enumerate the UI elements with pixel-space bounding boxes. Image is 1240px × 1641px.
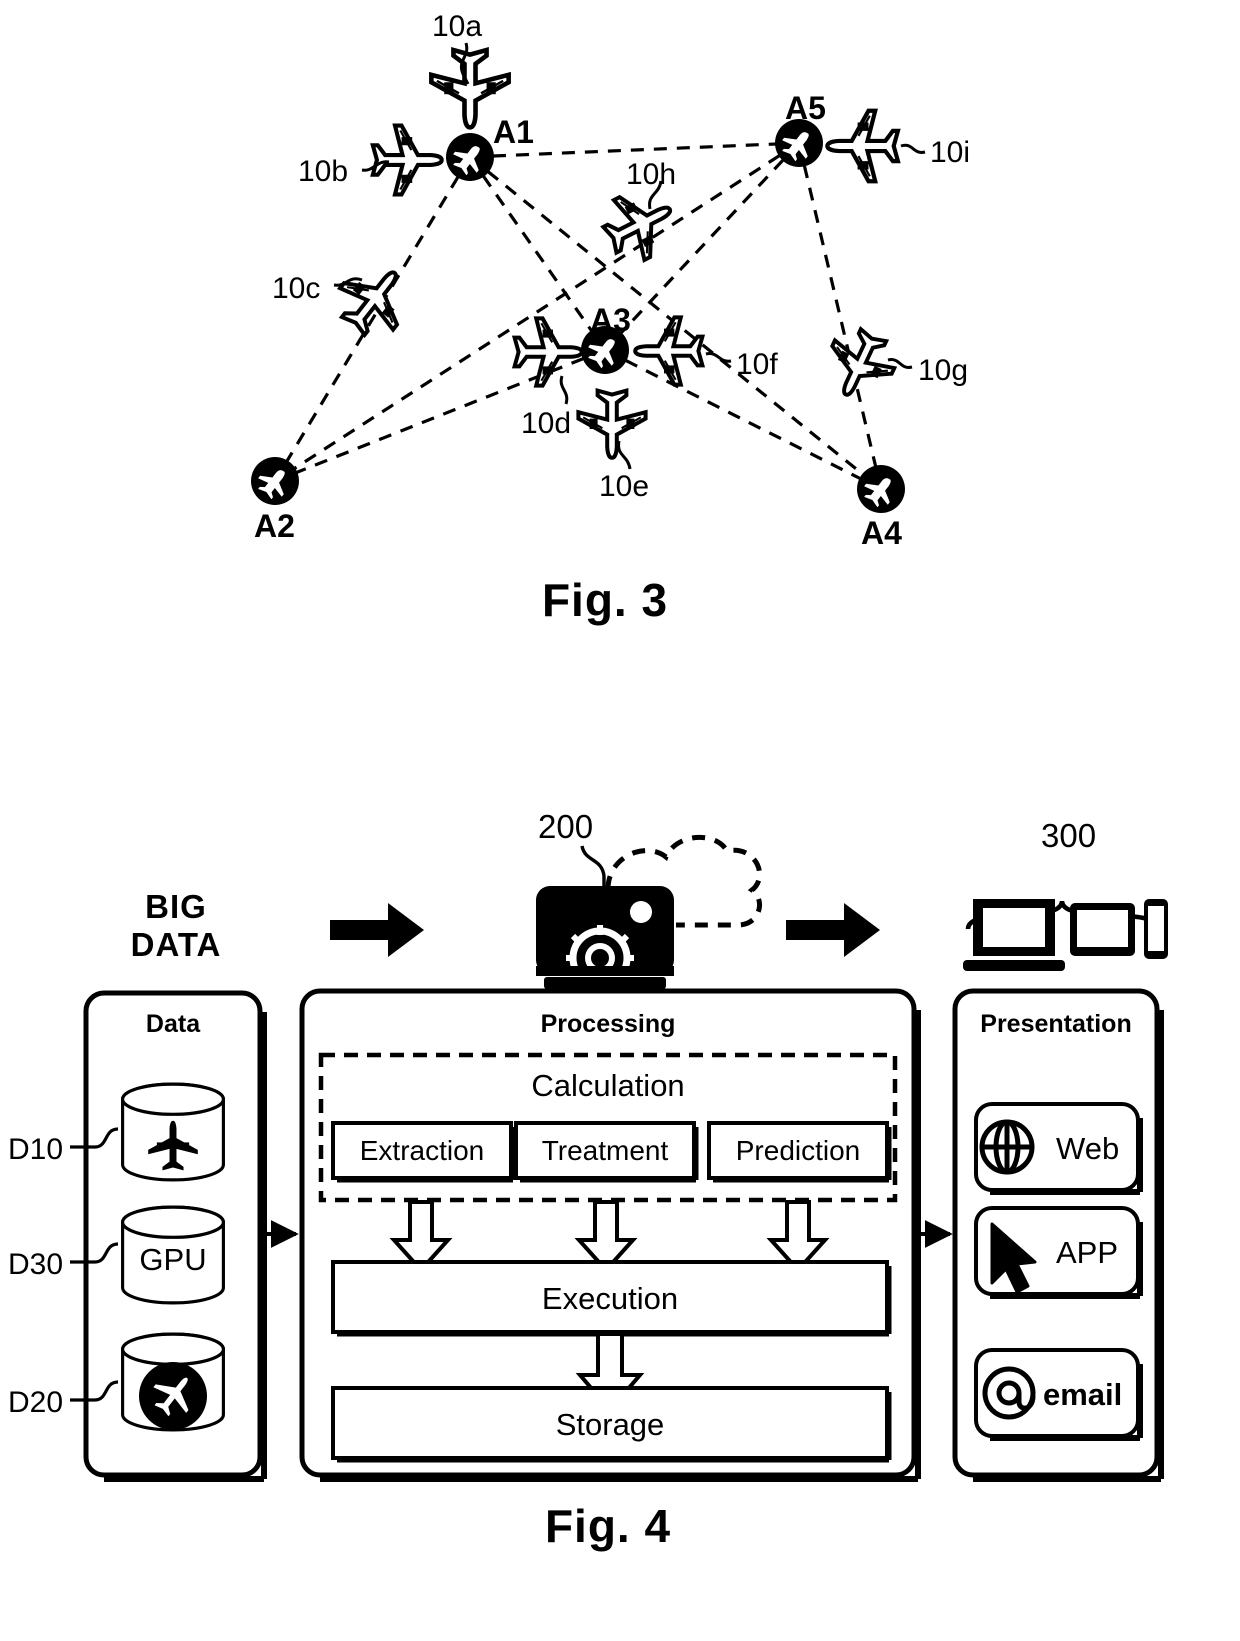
- laptop-icon: [963, 899, 1065, 971]
- airplane-badge-icon: [139, 1362, 207, 1430]
- calculation-title: Calculation: [531, 1068, 685, 1103]
- ref-label-200: 200: [538, 808, 594, 845]
- tablet-icon: [1070, 903, 1135, 956]
- presentation-item-web-label[interactable]: Web: [1056, 1131, 1119, 1167]
- big-data-line-1: BIG: [145, 888, 207, 925]
- ref-label-D10: D10: [8, 1133, 64, 1166]
- calc-step-extraction[interactable]: Extraction: [360, 1135, 485, 1167]
- ref-label-D30: D30: [8, 1248, 64, 1281]
- processing-column-title: Processing: [540, 1010, 676, 1038]
- flow-arrow-1: [330, 903, 424, 957]
- big-data-line-2: DATA: [130, 926, 222, 963]
- ref-label-300: 300: [1041, 817, 1097, 854]
- gpu-cylinder-label: GPU: [139, 1242, 207, 1277]
- calc-step-prediction[interactable]: Prediction: [736, 1135, 861, 1167]
- data-column-title: Data: [145, 1010, 201, 1038]
- flow-arrow-2: [786, 903, 880, 957]
- patent-figure-sheet: 10a 10b 10c 10d 10e 10f 10g 10h 10i A1 A…: [0, 0, 1240, 1641]
- ref-label-D20: D20: [8, 1386, 64, 1419]
- smartphone-icon: [1144, 899, 1168, 959]
- big-data-label: BIG DATA: [96, 888, 256, 964]
- figure-4-caption: Fig. 4: [544, 1500, 672, 1552]
- storage-label[interactable]: Storage: [556, 1407, 665, 1443]
- calc-step-treatment[interactable]: Treatment: [542, 1135, 669, 1167]
- leader-200: [580, 845, 606, 888]
- presentation-item-app-label[interactable]: APP: [1056, 1235, 1118, 1271]
- presentation-column-title: Presentation: [980, 1010, 1132, 1038]
- presentation-item-email-label[interactable]: email: [1043, 1377, 1122, 1413]
- globe-icon: [979, 1119, 1035, 1175]
- execution-label[interactable]: Execution: [542, 1281, 678, 1317]
